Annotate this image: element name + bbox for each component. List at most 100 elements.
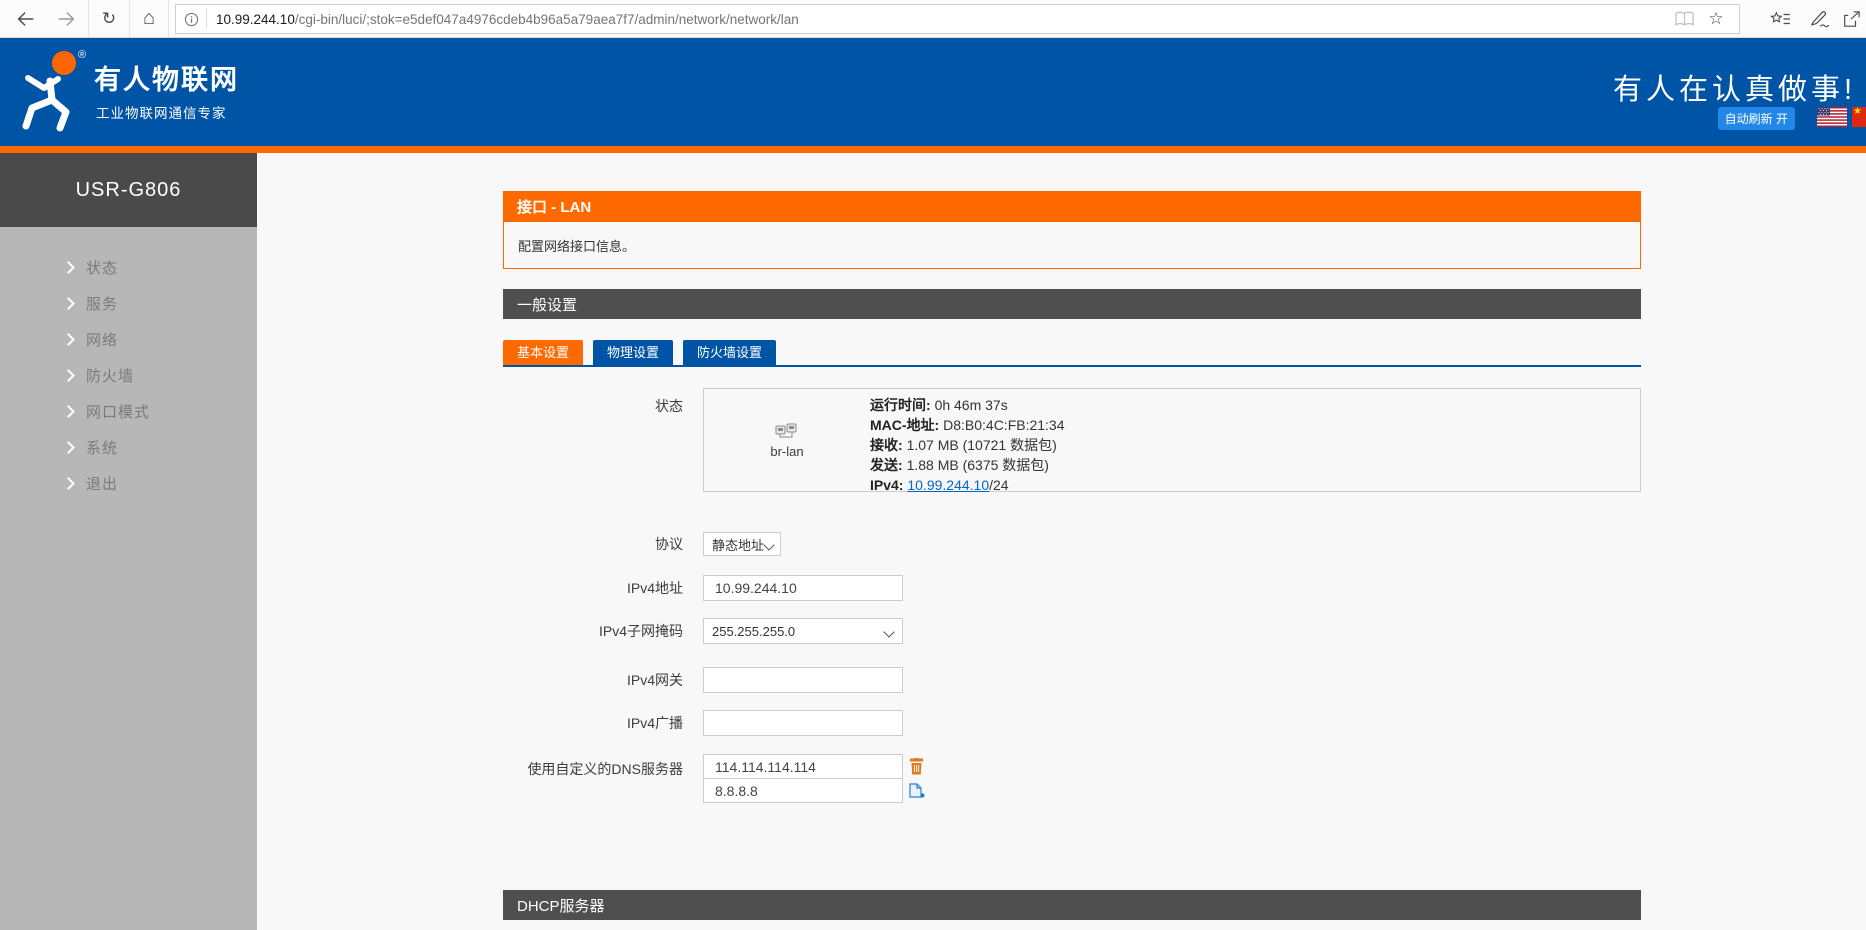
ipv4-broadcast-input[interactable] (703, 710, 903, 736)
chevron-right-icon (62, 369, 75, 382)
sidebar-item-label: 服务 (86, 293, 118, 314)
section-general-settings: 一般设置 (503, 289, 1641, 319)
interface-name: br-lan (770, 444, 803, 459)
forward-button[interactable] (48, 0, 84, 37)
site-header: ® 有人物联网 工业物联网通信专家 有人在认真做事! 自动刷新 开 ★ (0, 38, 1866, 146)
forward-arrow-icon (55, 8, 77, 30)
sidebar-item-label: 系统 (86, 437, 118, 458)
rx-line: 接收: 1.07 MB (10721 数据包) (870, 435, 1065, 455)
url-text: 10.99.244.10/cgi-bin/luci/;stok=e5def047… (216, 12, 799, 27)
dns-add-button[interactable] (909, 783, 925, 800)
favorites-list-icon (1769, 10, 1791, 28)
header-accent-strip (0, 146, 1866, 153)
sidebar-item-network[interactable]: 网络 (0, 321, 257, 357)
sidebar-item-logout[interactable]: 退出 (0, 465, 257, 501)
ipv4-line: IPv4: 10.99.244.10/24 (870, 475, 1065, 495)
auto-refresh-toggle[interactable]: 自动刷新 开 (1718, 107, 1795, 130)
address-bar[interactable]: 10.99.244.10/cgi-bin/luci/;stok=e5def047… (175, 4, 1740, 34)
chevron-right-icon (62, 477, 75, 490)
sidebar-menu: 状态 服务 网络 防火墙 网口模式 系统 退出 (0, 227, 257, 501)
chevron-right-icon (62, 405, 75, 418)
ipv4-gateway-label: IPv4网关 (503, 670, 683, 690)
ipv4-netmask-label: IPv4子网掩码 (503, 621, 683, 641)
home-button[interactable]: ⌂ (130, 0, 168, 37)
uptime-line: 运行时间: 0h 46m 37s (870, 395, 1065, 415)
ipv4-key: IPv4: (870, 477, 903, 493)
uptime-key: 运行时间: (870, 397, 931, 413)
brand-tagline: 工业物联网通信专家 (96, 102, 227, 122)
dns-server-input-2[interactable] (703, 778, 903, 803)
favorites-hub-button[interactable] (1762, 0, 1798, 37)
ipv4-suffix: /24 (989, 477, 1008, 493)
sidebar-item-firewall[interactable]: 防火墙 (0, 357, 257, 393)
tab-bar: 基本设置 物理设置 防火墙设置 (503, 340, 1641, 367)
tx-key: 发送: (870, 457, 903, 473)
dns-delete-button[interactable] (909, 758, 924, 775)
bridge-interface-icon (774, 421, 800, 439)
interface-status-box: br-lan 运行时间: 0h 46m 37s MAC-地址: D8:B0:4C… (703, 388, 1641, 492)
sidebar-item-label: 网络 (86, 329, 118, 350)
protocol-selected-value: 静态地址 (712, 535, 764, 554)
site-info-icon[interactable] (184, 12, 199, 27)
cn-flag-star: ★ (1853, 107, 1862, 117)
rx-value: 1.07 MB (10721 数据包) (907, 437, 1057, 453)
header-slogan: 有人在认真做事! (1613, 66, 1856, 108)
main-content: 接口 - LAN 配置网络接口信息。 一般设置 基本设置 物理设置 防火墙设置 … (257, 153, 1866, 930)
dns-server-input-1[interactable] (703, 754, 903, 779)
protocol-label: 协议 (503, 534, 683, 554)
toolbar-divider (168, 0, 169, 37)
refresh-button[interactable]: ↻ (89, 0, 129, 37)
chevron-down-icon (763, 539, 774, 550)
usr-logo: ® (14, 48, 92, 132)
ipv4-gateway-input[interactable] (703, 667, 903, 693)
rx-key: 接收: (870, 437, 903, 453)
sidebar-item-port-mode[interactable]: 网口模式 (0, 393, 257, 429)
tx-line: 发送: 1.88 MB (6375 数据包) (870, 455, 1065, 475)
home-icon: ⌂ (143, 7, 155, 30)
mac-value: D8:B0:4C:FB:21:34 (943, 417, 1064, 433)
device-model: USR-G806 (0, 153, 257, 227)
tx-value: 1.88 MB (6375 数据包) (907, 457, 1049, 473)
english-language-flag[interactable] (1817, 107, 1847, 127)
chevron-right-icon (62, 261, 75, 274)
interface-status-info: 运行时间: 0h 46m 37s MAC-地址: D8:B0:4C:FB:21:… (870, 389, 1065, 491)
tab-physical-settings[interactable]: 物理设置 (593, 340, 673, 365)
tab-firewall-settings[interactable]: 防火墙设置 (683, 340, 776, 365)
sidebar-item-label: 防火墙 (86, 365, 134, 386)
reading-view-book-icon (1675, 11, 1694, 27)
mac-line: MAC-地址: D8:B0:4C:FB:21:34 (870, 415, 1065, 435)
back-arrow-icon (15, 8, 37, 30)
page-title: 接口 - LAN (503, 191, 1641, 221)
sidebar: USR-G806 状态 服务 网络 防火墙 网口模式 系统 退出 (0, 153, 257, 930)
sidebar-item-label: 退出 (86, 473, 118, 494)
ipv4-address-link[interactable]: 10.99.244.10 (907, 477, 989, 493)
web-note-button[interactable] (1802, 0, 1838, 37)
chevron-right-icon (62, 441, 75, 454)
page-description: 配置网络接口信息。 (503, 221, 1641, 269)
svg-text:®: ® (78, 49, 86, 61)
chinese-language-flag[interactable]: ★ (1852, 107, 1866, 127)
sidebar-item-services[interactable]: 服务 (0, 285, 257, 321)
back-button[interactable] (8, 0, 44, 37)
trash-icon (909, 758, 924, 775)
url-path: /cgi-bin/luci/;stok=e5def047a4976cdeb4b9… (295, 12, 799, 27)
tab-basic-settings[interactable]: 基本设置 (503, 340, 583, 365)
chevron-right-icon (62, 333, 75, 346)
chevron-down-icon (883, 626, 894, 637)
chevron-right-icon (62, 297, 75, 310)
ipv4-address-input[interactable] (703, 575, 903, 601)
star-icon: ☆ (1708, 9, 1723, 29)
sidebar-item-system[interactable]: 系统 (0, 429, 257, 465)
sidebar-item-status[interactable]: 状态 (0, 249, 257, 285)
ipv4-broadcast-label: IPv4广播 (503, 713, 683, 733)
share-button[interactable] (1836, 0, 1866, 37)
netmask-selected-value: 255.255.255.0 (712, 624, 795, 639)
ipv4-address-label: IPv4地址 (503, 578, 683, 598)
reading-view-button[interactable] (1667, 11, 1701, 27)
ipv4-netmask-select[interactable]: 255.255.255.0 (703, 618, 903, 644)
sidebar-item-label: 状态 (86, 257, 118, 278)
protocol-select[interactable]: 静态地址 (703, 532, 781, 556)
add-favorite-button[interactable]: ☆ (1701, 9, 1731, 29)
refresh-icon: ↻ (102, 9, 116, 29)
share-icon (1841, 10, 1861, 28)
